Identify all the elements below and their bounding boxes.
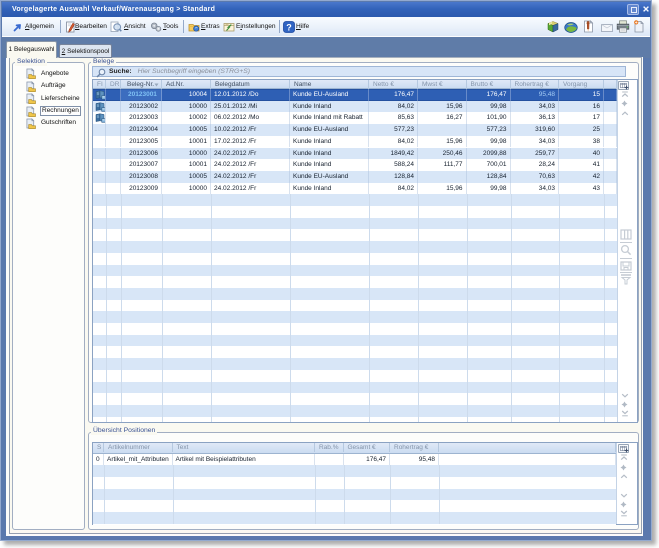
svg-text:?: ? bbox=[286, 22, 292, 32]
